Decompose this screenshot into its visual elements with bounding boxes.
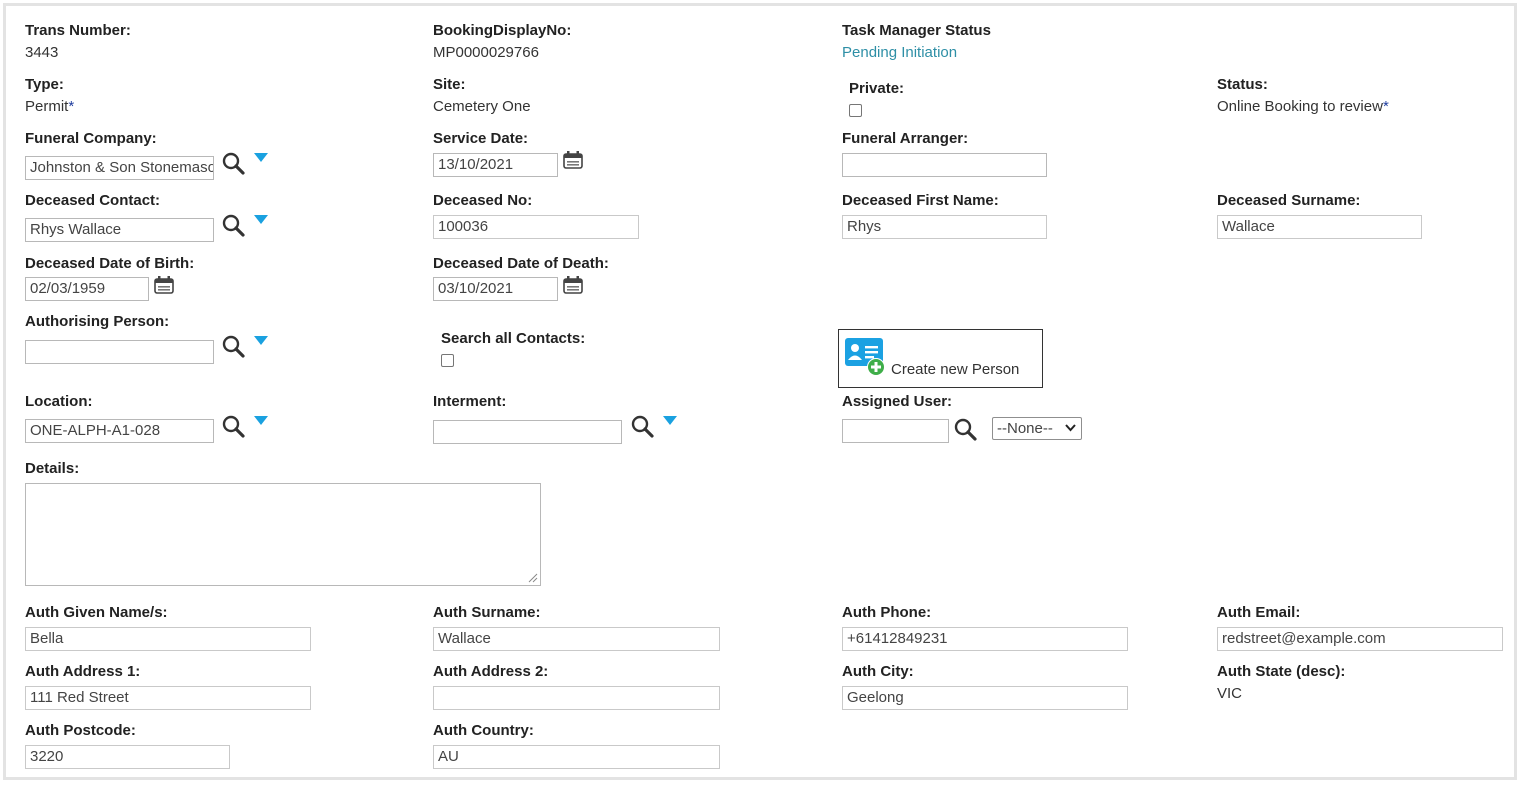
- service-date-label: Service Date:: [433, 130, 529, 147]
- auth-given-names-input[interactable]: Bella: [25, 627, 311, 651]
- task-manager-status-link[interactable]: Pending Initiation: [842, 44, 957, 61]
- auth-city-label: Auth City:: [842, 663, 914, 680]
- auth-address1-label: Auth Address 1:: [25, 663, 141, 680]
- auth-state-value: VIC: [1217, 685, 1243, 702]
- assigned-user-input[interactable]: [842, 419, 949, 443]
- type-label: Type:: [25, 76, 64, 93]
- funeral-company-input[interactable]: Johnston & Son Stonemasons: [25, 156, 214, 180]
- deceased-surname-label: Deceased Surname:: [1217, 192, 1361, 209]
- location-search-icon[interactable]: [221, 414, 247, 440]
- assigned-user-select-value: --None--: [997, 420, 1053, 437]
- deceased-dob-calendar-icon[interactable]: [153, 275, 175, 295]
- resize-handle-icon[interactable]: [528, 573, 538, 583]
- auth-address2-label: Auth Address 2:: [433, 663, 549, 680]
- deceased-dod-label: Deceased Date of Death:: [433, 255, 609, 272]
- booking-display-no-value: MP0000029766: [433, 44, 539, 61]
- funeral-company-search-icon[interactable]: [221, 151, 247, 177]
- funeral-company-label: Funeral Company:: [25, 130, 157, 147]
- details-textarea[interactable]: [25, 483, 541, 586]
- search-all-contacts-checkbox[interactable]: [441, 354, 454, 367]
- details-label: Details:: [25, 460, 80, 477]
- auth-phone-input[interactable]: +61412849231: [842, 627, 1128, 651]
- auth-city-input[interactable]: Geelong: [842, 686, 1128, 710]
- deceased-dob-input[interactable]: 02/03/1959: [25, 277, 149, 301]
- private-label: Private:: [849, 80, 905, 97]
- trans-number-label: Trans Number:: [25, 22, 131, 39]
- funeral-arranger-input[interactable]: [842, 153, 1047, 177]
- deceased-surname-input[interactable]: Wallace: [1217, 215, 1422, 239]
- booking-display-no-label: BookingDisplayNo:: [433, 22, 572, 39]
- interment-dropdown-icon[interactable]: [662, 415, 678, 427]
- create-new-person-button[interactable]: Create new Person: [838, 329, 1043, 388]
- auth-surname-label: Auth Surname:: [433, 604, 541, 621]
- service-date-input[interactable]: 13/10/2021: [433, 153, 558, 177]
- private-checkbox[interactable]: [849, 104, 862, 117]
- location-label: Location:: [25, 393, 93, 410]
- deceased-contact-label: Deceased Contact:: [25, 192, 161, 209]
- location-dropdown-icon[interactable]: [253, 415, 269, 427]
- status-label: Status:: [1217, 76, 1268, 93]
- assigned-user-select[interactable]: --None--: [992, 417, 1082, 440]
- auth-email-label: Auth Email:: [1217, 604, 1301, 621]
- auth-address1-input[interactable]: 111 Red Street: [25, 686, 311, 710]
- auth-country-label: Auth Country:: [433, 722, 534, 739]
- contact-card-add-icon: [845, 338, 885, 376]
- chevron-down-icon: [1065, 424, 1076, 432]
- auth-postcode-input[interactable]: 3220: [25, 745, 230, 769]
- type-value-text: Permit: [25, 98, 69, 115]
- deceased-dob-label: Deceased Date of Birth:: [25, 255, 195, 272]
- site-value: Cemetery One: [433, 98, 531, 115]
- trans-number-value: 3443: [25, 44, 59, 61]
- auth-address2-input[interactable]: [433, 686, 720, 710]
- deceased-contact-input[interactable]: Rhys Wallace: [25, 218, 214, 242]
- interment-input[interactable]: [433, 420, 622, 444]
- service-date-calendar-icon[interactable]: [562, 150, 584, 170]
- assigned-user-search-icon[interactable]: [953, 417, 979, 443]
- deceased-dod-calendar-icon[interactable]: [562, 275, 584, 295]
- search-all-contacts-label: Search all Contacts:: [441, 330, 586, 347]
- deceased-no-input[interactable]: 100036: [433, 215, 639, 239]
- site-label: Site:: [433, 76, 466, 93]
- deceased-contact-dropdown-icon[interactable]: [253, 214, 269, 226]
- auth-given-names-label: Auth Given Name/s:: [25, 604, 168, 621]
- task-manager-status-label: Task Manager Status: [842, 22, 991, 39]
- create-new-person-label: Create new Person: [891, 361, 1020, 378]
- location-input[interactable]: ONE-ALPH-A1-028: [25, 419, 214, 443]
- auth-surname-input[interactable]: Wallace: [433, 627, 720, 651]
- type-required-mark: *: [68, 98, 75, 115]
- authorising-person-search-icon[interactable]: [221, 334, 247, 360]
- status-required-mark: *: [1382, 98, 1389, 115]
- auth-phone-label: Auth Phone:: [842, 604, 932, 621]
- authorising-person-input[interactable]: [25, 340, 214, 364]
- auth-email-input[interactable]: redstreet@example.com: [1217, 627, 1503, 651]
- deceased-contact-search-icon[interactable]: [221, 213, 247, 239]
- deceased-dod-input[interactable]: 03/10/2021: [433, 277, 558, 301]
- auth-country-input[interactable]: AU: [433, 745, 720, 769]
- funeral-company-dropdown-icon[interactable]: [253, 152, 269, 164]
- auth-state-label: Auth State (desc):: [1217, 663, 1346, 680]
- authorising-person-dropdown-icon[interactable]: [253, 335, 269, 347]
- authorising-person-label: Authorising Person:: [25, 313, 170, 330]
- status-value-text: Online Booking to review: [1217, 98, 1383, 115]
- type-value: Permit*: [25, 98, 74, 115]
- assigned-user-label: Assigned User:: [842, 393, 953, 410]
- deceased-no-label: Deceased No:: [433, 192, 533, 209]
- deceased-first-name-input[interactable]: Rhys: [842, 215, 1047, 239]
- auth-postcode-label: Auth Postcode:: [25, 722, 136, 739]
- deceased-first-name-label: Deceased First Name:: [842, 192, 999, 209]
- interment-search-icon[interactable]: [630, 414, 656, 440]
- interment-label: Interment:: [433, 393, 507, 410]
- status-value: Online Booking to review*: [1217, 98, 1389, 115]
- funeral-arranger-label: Funeral Arranger:: [842, 130, 969, 147]
